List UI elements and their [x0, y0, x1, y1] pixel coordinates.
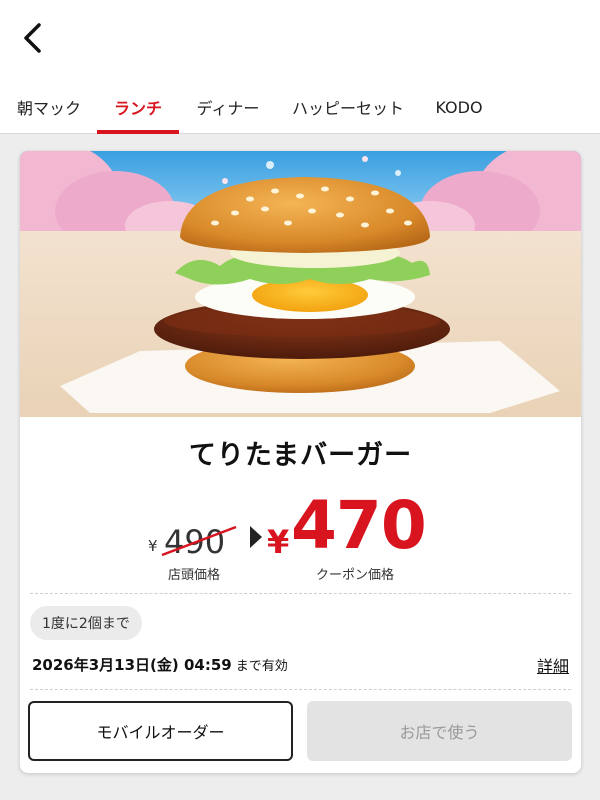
original-price-label: 店頭価格 — [168, 568, 221, 583]
divider — [30, 593, 571, 594]
tab-morning[interactable]: 朝マック — [14, 80, 84, 134]
product-name: てりたまバーガー — [188, 440, 413, 471]
tab-dinner[interactable]: ディナー — [194, 80, 262, 134]
product-photo — [20, 151, 581, 417]
validity-suffix: まで有効 — [235, 659, 288, 674]
validity-date: 2026年3月13日(金) 04:59 — [32, 656, 232, 674]
tab-kodo[interactable]: KODO — [434, 80, 484, 134]
mobile-order-button[interactable]: モバイルオーダー — [28, 701, 293, 761]
triangle-right-icon — [250, 526, 262, 548]
tab-lunch[interactable]: ランチ — [97, 80, 179, 134]
limit-badge: 1度に2個まで — [30, 606, 142, 640]
strikethrough-line — [161, 525, 237, 557]
category-tabs: 朝マック ランチ ディナー ハッピーセット KODO — [0, 80, 600, 134]
validity-text: 2026年3月13日(金) 04:59 まで有効 — [32, 654, 288, 675]
chevron-left-icon — [24, 23, 41, 53]
coupon-price-amount: 470 — [291, 487, 427, 564]
back-button[interactable] — [14, 18, 50, 58]
details-link[interactable]: 詳細 — [537, 653, 569, 677]
divider — [30, 689, 571, 690]
top-bar: 朝マック ランチ ディナー ハッピーセット KODO — [0, 0, 600, 134]
tab-happy-set[interactable]: ハッピーセット — [290, 80, 406, 134]
coupon-card[interactable]: てりたまバーガー ¥ 490 店頭価格 ¥ 470 クーポン価格 1度に2個まで… — [20, 151, 581, 773]
coupon-price-label: クーポン価格 — [316, 568, 395, 583]
original-price-currency: ¥ — [148, 537, 158, 555]
original-price: ¥ 490 — [148, 521, 248, 561]
coupon-price-currency: ¥ — [267, 523, 290, 561]
use-in-store-button[interactable]: お店で使う — [307, 701, 572, 761]
